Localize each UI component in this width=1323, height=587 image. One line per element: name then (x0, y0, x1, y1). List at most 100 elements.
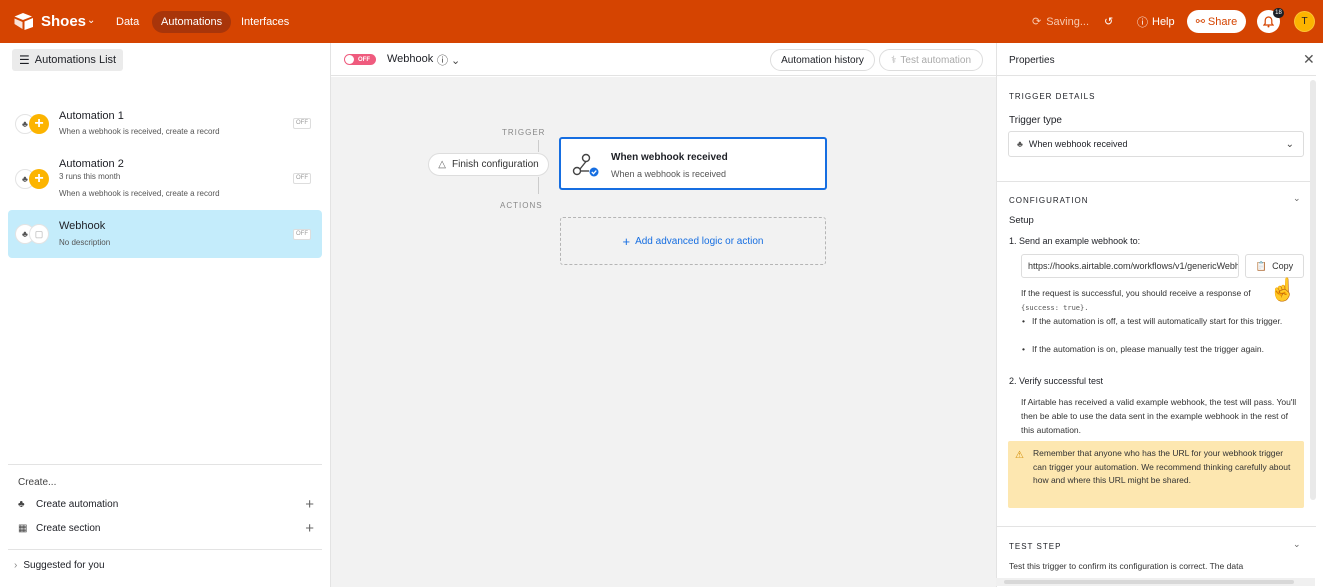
automation-description: When a webhook is received, create a rec… (59, 189, 220, 198)
airtable-logo-icon[interactable] (14, 12, 34, 30)
finish-configuration-button[interactable]: △ Finish configuration (428, 153, 549, 176)
suggested-label: Suggested for you (23, 560, 105, 571)
trigger-details-heading: TRIGGER DETAILS (1009, 92, 1096, 101)
connector-line (538, 140, 539, 152)
automation-icons: ♣ + (15, 169, 51, 189)
security-warning: ⚠ Remember that anyone who has the URL f… (1008, 441, 1304, 508)
webhook-icon (572, 153, 599, 177)
automation-toggle[interactable]: OFF (344, 54, 376, 65)
create-section-button[interactable]: ▦ Create section + (18, 520, 314, 537)
saving-status: ⟳ Saving... (1032, 0, 1089, 43)
flask-icon: ⚕ (890, 54, 897, 66)
test-automation-button[interactable]: ⚕ Test automation (879, 49, 983, 71)
divider (8, 549, 322, 550)
automation-history-label: Automation history (781, 54, 864, 66)
warning-icon: △ (438, 159, 446, 170)
success-code: {success: true}. (1021, 304, 1089, 312)
step-2-heading: 2. Verify successful test (1009, 376, 1104, 386)
chevron-down-icon[interactable]: ⌄ (1293, 539, 1301, 550)
copy-button[interactable]: 📋 Copy (1245, 254, 1304, 278)
chevron-right-icon: › (14, 560, 18, 571)
close-icon[interactable]: ✕ (1303, 51, 1315, 68)
setup-label: Setup (1009, 215, 1034, 226)
trigger-title: When webhook received (611, 152, 728, 163)
divider (997, 526, 1316, 527)
automation-icons: ♣ + (15, 114, 51, 134)
automations-sidebar: ☰ Automations List ♣ + Automation 1 When… (0, 43, 331, 587)
automation-canvas: TRIGGER △ Finish configuration ACTIONS W… (331, 77, 996, 587)
properties-header: Properties ✕ (997, 43, 1316, 76)
sync-icon: ⟳ (1032, 16, 1042, 28)
chevron-down-icon[interactable]: ⌄ (1293, 193, 1301, 204)
avatar[interactable]: T (1294, 11, 1315, 32)
add-action-label: Add advanced logic or action (635, 235, 764, 247)
help-icon: ⓘ (1137, 16, 1148, 29)
history-icon[interactable]: ↺ (1104, 0, 1113, 43)
plus-icon: + (622, 233, 631, 249)
saving-text: Saving... (1046, 15, 1090, 28)
share-label: Share (1207, 15, 1238, 28)
trigger-card[interactable]: When webhook received When a webhook is … (559, 137, 827, 190)
table-icon: ▦ (18, 522, 28, 534)
automations-list-label: Automations List (34, 54, 117, 66)
pointer-hand-icon: ☝ (1269, 277, 1297, 302)
automation-name: Automation 2 (59, 158, 124, 170)
warning-icon: ⚠ (1015, 450, 1024, 461)
plus-icon[interactable]: + (305, 520, 314, 537)
trigger-subtitle: When a webhook is received (611, 169, 727, 179)
status-badge: OFF (293, 118, 311, 129)
create-automation-button[interactable]: ♣ Create automation + (18, 496, 314, 513)
menu-icon: ☰ (19, 53, 30, 67)
automation-item-2[interactable]: ♣ + Automation 2 3 runs this month When … (8, 152, 322, 202)
add-icon: + (29, 114, 49, 134)
trigger-label: TRIGGER (502, 128, 546, 137)
create-section-label: Create section (36, 522, 101, 534)
connector-line (538, 177, 539, 194)
toggle-knob (345, 55, 354, 64)
automation-item-1[interactable]: ♣ + Automation 1 When a webhook is recei… (8, 103, 322, 143)
chevron-down-icon: ⌄ (1285, 138, 1294, 150)
automation-title[interactable]: Webhook (387, 53, 433, 65)
share-button[interactable]: ⚯ Share (1187, 10, 1246, 33)
notification-count-badge: 18 (1273, 8, 1284, 18)
tab-data[interactable]: Data (107, 11, 148, 33)
step-1-heading: 1. Send an example webhook to: (1009, 236, 1141, 246)
divider (8, 464, 322, 465)
bullet-automation-off: If the automation is off, a test will au… (1021, 314, 1301, 328)
automation-history-button[interactable]: Automation history (770, 49, 875, 71)
test-step-text: Test this trigger to confirm its configu… (1009, 561, 1244, 571)
tab-interfaces[interactable]: Interfaces (232, 11, 298, 33)
trigger-type-select[interactable]: ♣ When webhook received ⌄ (1008, 131, 1304, 157)
actions-label: ACTIONS (500, 201, 543, 210)
trigger-type-value: When webhook received (1028, 139, 1128, 149)
info-icon[interactable]: ⓘ ⌄ (437, 52, 460, 68)
properties-scrollbar[interactable] (1310, 80, 1316, 500)
test-step-heading[interactable]: TEST STEP (1009, 542, 1061, 551)
plus-icon[interactable]: + (305, 496, 314, 513)
bullet-automation-on: If the automation is on, please manually… (1021, 342, 1301, 356)
automations-list-button[interactable]: ☰ Automations List (12, 49, 124, 71)
help-button[interactable]: ⓘ Help (1137, 0, 1175, 43)
webhook-url-field[interactable]: https://hooks.airtable.com/workflows/v1/… (1021, 254, 1239, 278)
test-automation-label: Test automation (900, 54, 972, 66)
automation-item-webhook[interactable]: ♣ ▢ Webhook No description OFF (8, 210, 322, 258)
scrollbar-thumb[interactable] (1004, 580, 1294, 584)
trigger-type-label: Trigger type (1009, 115, 1062, 126)
base-name[interactable]: Shoes (41, 13, 86, 30)
divider (997, 181, 1316, 182)
tab-automations[interactable]: Automations (152, 11, 232, 33)
chevron-down-icon[interactable]: ⌄ (87, 15, 95, 26)
horizontal-scrollbar[interactable] (996, 578, 1315, 586)
verify-text: If Airtable has received a valid example… (1021, 397, 1297, 435)
automation-name: Automation 1 (59, 110, 124, 122)
configuration-heading[interactable]: CONFIGURATION (1009, 196, 1089, 205)
automation-header: OFF Webhook ⓘ ⌄ Automation history ⚕ Tes… (331, 43, 996, 76)
top-bar: Shoes ⌄ Data Automations Interfaces ⟳ Sa… (0, 0, 1323, 43)
status-badge: OFF (293, 229, 311, 240)
help-label: Help (1152, 15, 1175, 28)
properties-panel: Properties ✕ TRIGGER DETAILS Trigger typ… (996, 43, 1323, 587)
success-sentence: If the request is successful, you should… (1021, 288, 1251, 298)
suggested-for-you[interactable]: › Suggested for you (14, 560, 105, 571)
add-action-button[interactable]: + Add advanced logic or action (560, 217, 826, 265)
bell-icon (1263, 15, 1274, 27)
